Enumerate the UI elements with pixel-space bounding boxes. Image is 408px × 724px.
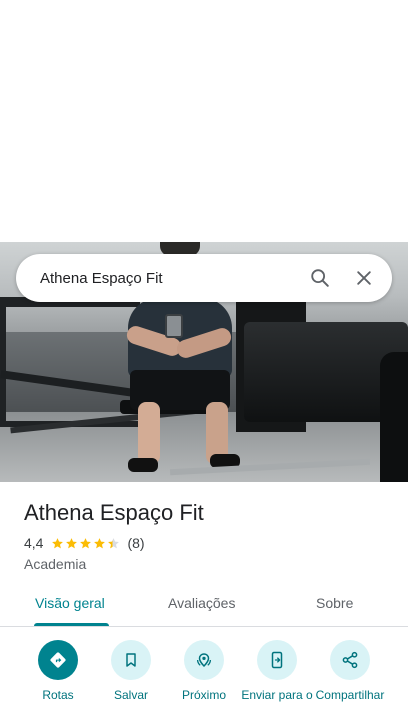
nearby-button[interactable]: Próximo [164, 640, 244, 702]
photo-person [138, 402, 160, 464]
nearby-button-circle[interactable] [184, 640, 224, 680]
save-label: Salvar [113, 688, 148, 702]
place-category[interactable]: Academia [24, 556, 86, 572]
share-icon [342, 651, 358, 669]
tab-overview[interactable]: Visão geral [35, 595, 105, 611]
clear-button[interactable] [344, 258, 384, 298]
send-to-phone-button-circle[interactable] [257, 640, 297, 680]
close-icon [357, 271, 371, 285]
star-icon [52, 537, 64, 548]
place-title: Athena Espaço Fit [24, 500, 204, 525]
action-row: Rotas Salvar Próximo Enviar para o Compa… [0, 640, 408, 724]
share-button-circle[interactable] [330, 640, 370, 680]
directions-button[interactable]: Rotas [18, 640, 98, 702]
rating-row[interactable]: 4,4 (8) [24, 535, 145, 551]
rating-value: 4,4 [24, 535, 44, 551]
star-icon [80, 537, 92, 548]
nearby-label: Próximo [181, 688, 226, 702]
search-button[interactable] [300, 258, 340, 298]
star-icon [94, 537, 106, 548]
star-icon [108, 537, 120, 548]
tab-bar: Visão geral Avaliações Sobre [0, 582, 408, 627]
save-button[interactable]: Salvar [91, 640, 171, 702]
share-label: Compartilhar [315, 688, 385, 702]
send-to-phone-icon [271, 651, 283, 669]
active-tab-indicator [34, 623, 109, 626]
search-icon [311, 269, 329, 287]
search-input[interactable]: Athena Espaço Fit [40, 270, 300, 287]
save-button-circle[interactable] [111, 640, 151, 680]
directions-label: Rotas [42, 688, 74, 702]
photo-person [128, 458, 158, 472]
send-to-phone-label: Enviar para o [241, 688, 313, 702]
rating-stars [51, 537, 121, 550]
search-bar[interactable]: Athena Espaço Fit [16, 254, 392, 302]
star-icon [66, 537, 78, 548]
share-button[interactable]: Compartilhar [310, 640, 390, 702]
send-to-phone-button[interactable]: Enviar para o [237, 640, 317, 702]
photo-rack [0, 297, 140, 427]
bookmark-icon [126, 653, 136, 667]
nearby-icon [196, 653, 212, 668]
tab-reviews[interactable]: Avaliações [168, 595, 235, 611]
directions-button-circle[interactable] [38, 640, 78, 680]
tab-about[interactable]: Sobre [316, 595, 353, 611]
photo-phone [165, 314, 183, 338]
directions-icon [50, 652, 66, 668]
photo-machine [380, 352, 408, 482]
review-count: (8) [127, 535, 145, 551]
